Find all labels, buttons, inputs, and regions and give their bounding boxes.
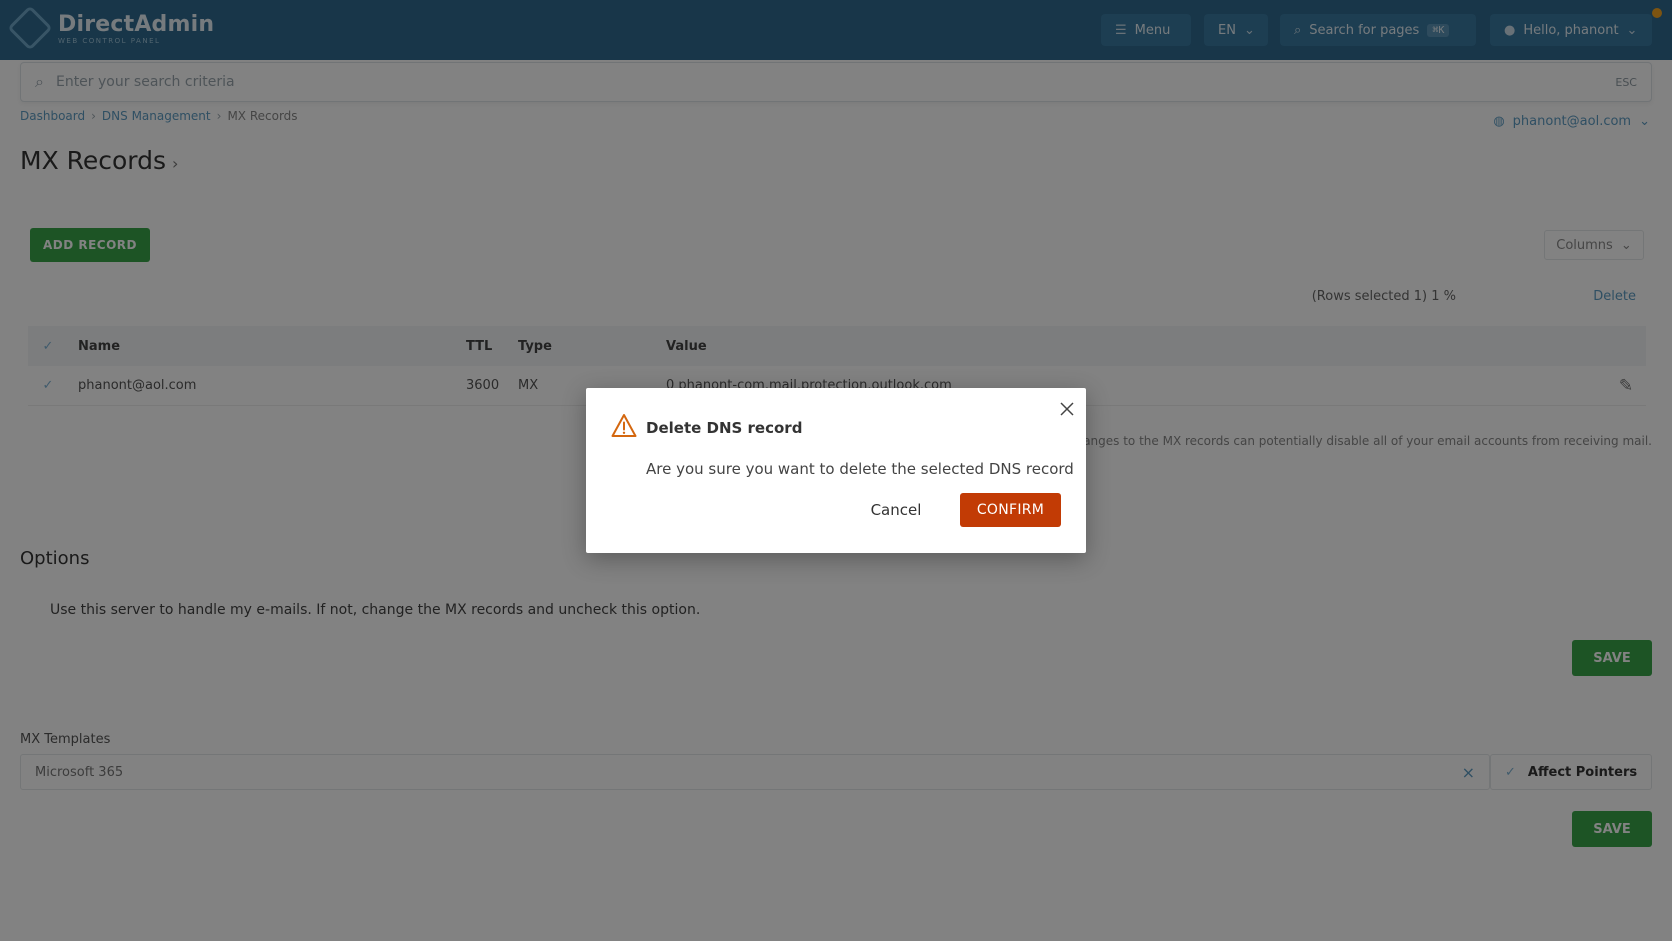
confirm-button[interactable]: CONFIRM	[960, 493, 1061, 527]
close-icon[interactable]	[1056, 398, 1078, 420]
dialog-title: Delete DNS record	[646, 419, 803, 437]
warning-icon	[611, 414, 637, 437]
cancel-button[interactable]: Cancel	[854, 493, 938, 527]
dialog-message: Are you sure you want to delete the sele…	[646, 460, 1074, 478]
delete-dns-record-dialog: Delete DNS record Are you sure you want …	[586, 388, 1086, 553]
